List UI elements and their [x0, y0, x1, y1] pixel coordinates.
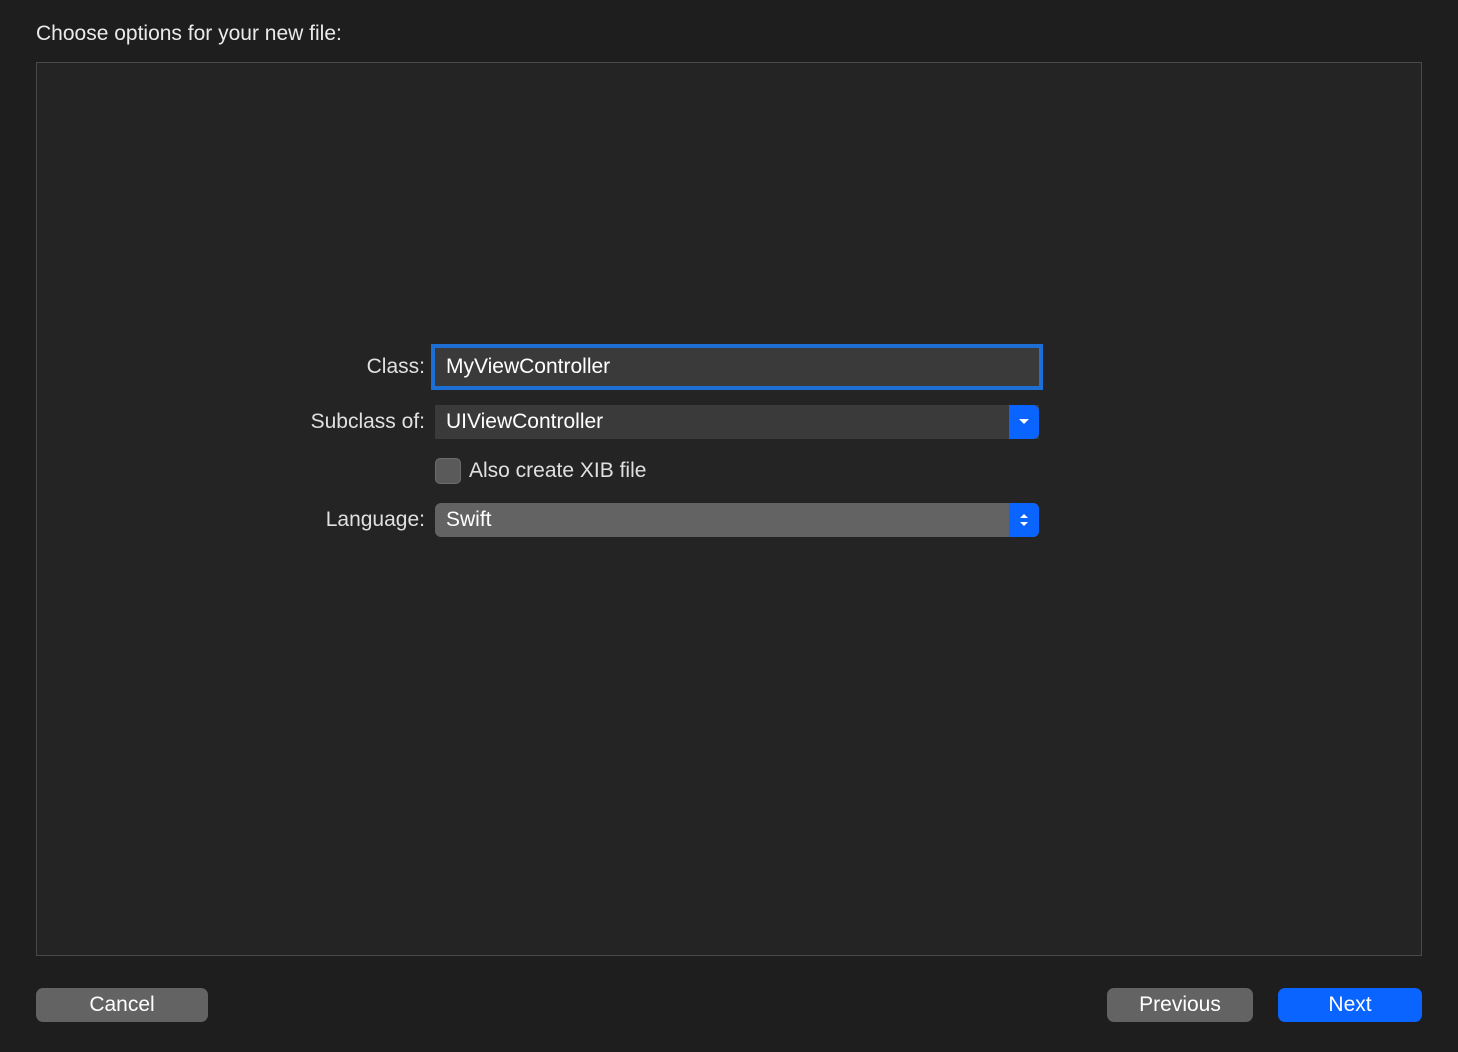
previous-button[interactable]: Previous — [1107, 988, 1253, 1022]
xib-checkbox[interactable] — [435, 458, 461, 484]
language-value: Swift — [446, 508, 492, 532]
subclass-label: Subclass of: — [37, 410, 435, 434]
subclass-value: UIViewController — [446, 410, 603, 434]
language-popup[interactable]: Swift — [435, 503, 1039, 537]
button-bar: Cancel Previous Next — [36, 988, 1422, 1022]
chevron-down-icon — [1018, 418, 1030, 426]
language-popup-button[interactable] — [1009, 503, 1039, 537]
new-file-options-dialog: Choose options for your new file: Class:… — [0, 0, 1458, 1052]
xib-label: Also create XIB file — [469, 459, 646, 483]
dialog-title: Choose options for your new file: — [36, 22, 1422, 46]
subclass-dropdown-button[interactable] — [1009, 405, 1039, 439]
chevron-down-icon — [1019, 521, 1029, 527]
class-row: Class: — [37, 348, 1421, 386]
class-label: Class: — [37, 355, 435, 379]
cancel-button[interactable]: Cancel — [36, 988, 208, 1022]
language-row: Language: Swift — [37, 503, 1421, 537]
xib-row: Also create XIB file — [37, 458, 1421, 484]
subclass-row: Subclass of: UIViewController — [37, 405, 1421, 439]
class-input[interactable] — [435, 348, 1039, 386]
form-panel: Class: Subclass of: UIViewController — [36, 62, 1422, 956]
next-button[interactable]: Next — [1278, 988, 1422, 1022]
language-label: Language: — [37, 508, 435, 532]
chevron-up-icon — [1019, 513, 1029, 519]
subclass-combo[interactable]: UIViewController — [435, 405, 1039, 439]
xib-checkbox-wrap[interactable]: Also create XIB file — [435, 458, 646, 484]
